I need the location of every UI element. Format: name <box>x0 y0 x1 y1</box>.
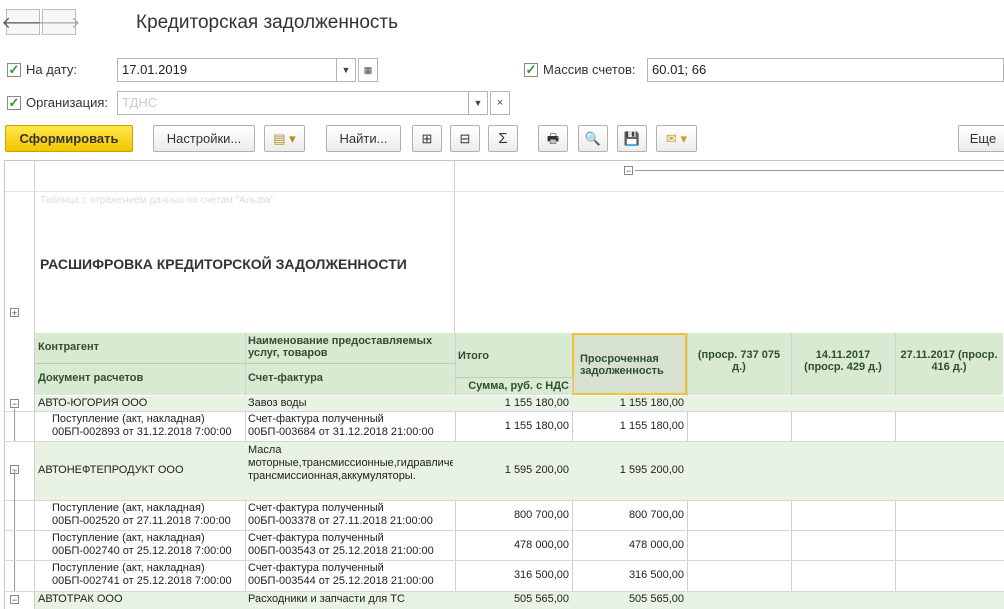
row-overdue: 505 565,00 <box>628 593 684 605</box>
arrow-right-icon: 🡒 <box>37 14 81 32</box>
row-doc: Поступление (акт, накладная) 00БП-002893 … <box>52 413 232 438</box>
row-total: 505 565,00 <box>513 593 569 605</box>
variants-button[interactable]: ▤ ▾ <box>264 125 305 152</box>
row-counterparty: АВТОНЕФТЕПРОДУКТ ООО <box>38 464 184 476</box>
date-label: На дату: <box>26 62 77 77</box>
row-invoice: Счет-фактура полученный 00БП-003544 от 25… <box>248 562 434 587</box>
row-total: 478 000,00 <box>513 539 569 551</box>
report-subtitle: Таблица с отражением данных по счетам "А… <box>40 195 275 206</box>
col-service: Наименование предоставляемых услуг, това… <box>245 333 455 363</box>
row-overdue: 316 500,00 <box>628 569 684 581</box>
row-total: 1 155 180,00 <box>504 420 569 432</box>
row-counterparty: АВТО-ЮГОРИЯ ООО <box>38 397 148 409</box>
row-service: Масла моторные,трансмиссионные,гидравлич… <box>248 444 453 482</box>
forward-button[interactable]: 🡒 <box>38 9 80 35</box>
org-dropdown-button[interactable]: ▼ <box>468 91 488 115</box>
printer-icon: 🖶 <box>546 131 560 146</box>
calendar-icon: ▦ <box>363 65 373 75</box>
row-invoice: Счет-фактура полученный 00БП-003684 от 31… <box>248 413 434 438</box>
generate-button[interactable]: Сформировать <box>5 125 133 152</box>
row-total: 1 155 180,00 <box>504 397 569 409</box>
report-spreadsheet[interactable]: − Таблица с отражением данных по счетам … <box>4 160 1004 609</box>
row-service: Расходники и запчасти для ТС <box>248 593 405 605</box>
col-period-3: 27.11.2017 (проср. 416 д.) <box>895 333 1003 395</box>
collapse-groups-button[interactable]: ⊟ <box>450 125 480 152</box>
close-icon: × <box>496 97 504 109</box>
collapse-column-group-icon[interactable]: − <box>624 166 633 176</box>
row-doc: Поступление (акт, накладная) 00БП-002520 … <box>52 502 231 527</box>
row-doc: Поступление (акт, накладная) 00БП-002741 … <box>52 562 232 587</box>
col-period-2: 14.11.2017 (проср. 429 д.) <box>791 333 895 395</box>
chevron-down-icon: ▼ <box>341 65 351 75</box>
col-overdue[interactable]: Просроченная задолженность <box>572 333 687 395</box>
date-field[interactable]: 17.01.2019 <box>117 58 337 82</box>
calendar-button[interactable]: ▦ <box>358 58 378 82</box>
org-clear-button[interactable]: × <box>490 91 510 115</box>
accounts-checkbox[interactable]: ✓ <box>524 63 538 77</box>
col-counterparty: Контрагент <box>35 333 245 363</box>
col-doc: Документ расчетов <box>35 363 245 395</box>
col-total: Итого <box>455 333 572 377</box>
back-button[interactable]: 🡐 <box>2 9 44 35</box>
report-variants-icon: ▤ ▾ <box>273 131 296 146</box>
row-total: 800 700,00 <box>513 509 569 521</box>
save-icon: 💾 <box>623 131 641 146</box>
row-invoice: Счет-фактура полученный 00БП-003543 от 25… <box>248 532 434 557</box>
row-total: 316 500,00 <box>513 569 569 581</box>
chevron-down-icon: ▼ <box>473 98 483 108</box>
settings-button[interactable]: Настройки... <box>153 125 255 152</box>
org-field[interactable]: ТДНС <box>117 91 469 115</box>
row-doc: Поступление (акт, накладная) 00БП-002740 … <box>52 532 232 557</box>
org-checkbox[interactable]: ✓ <box>7 96 21 110</box>
preview-button[interactable]: 🔍 <box>578 125 608 152</box>
envelope-icon: ✉ ▾ <box>665 131 688 146</box>
grid-icon: ⊞ <box>421 131 433 146</box>
collapse-group-icon[interactable]: − <box>10 399 19 409</box>
save-button[interactable]: 💾 <box>617 125 647 152</box>
row-overdue: 478 000,00 <box>628 539 684 551</box>
report-title: РАСШИФРОВКА КРЕДИТОРСКОЙ ЗАДОЛЖЕННОСТИ <box>40 256 407 272</box>
more-button[interactable]: Еще <box>958 125 1004 152</box>
expand-groups-button[interactable]: ⊞ <box>412 125 442 152</box>
accounts-label: Массив счетов: <box>543 62 636 77</box>
row-overdue: 800 700,00 <box>628 509 684 521</box>
col-sum: Сумма, руб. с НДС <box>455 377 572 395</box>
expand-row-group-icon[interactable]: + <box>10 308 19 318</box>
row-invoice: Счет-фактура полученный 00БП-003378 от 27… <box>248 502 433 527</box>
sum-button[interactable]: Σ <box>488 125 518 152</box>
row-overdue: 1 595 200,00 <box>619 464 684 476</box>
grid-plus-icon: ⊟ <box>459 131 471 146</box>
col-invoice: Счет-фактура <box>245 363 455 395</box>
date-dropdown-button[interactable]: ▼ <box>336 58 356 82</box>
org-label: Организация: <box>26 95 109 110</box>
print-button[interactable]: 🖶 <box>538 125 568 152</box>
collapse-group-icon[interactable]: − <box>10 595 19 605</box>
row-overdue: 1 155 180,00 <box>619 420 684 432</box>
row-overdue: 1 155 180,00 <box>619 397 684 409</box>
accounts-field[interactable]: 60.01; 66 <box>647 58 1004 82</box>
row-total: 1 595 200,00 <box>504 464 569 476</box>
row-counterparty: АВТОТРАК ООО <box>38 593 123 605</box>
preview-icon: 🔍 <box>584 131 602 146</box>
row-service: Завоз воды <box>248 397 307 409</box>
send-button[interactable]: ✉ ▾ <box>656 125 697 152</box>
page-title: Кредиторская задолженность <box>136 12 399 33</box>
date-checkbox[interactable]: ✓ <box>7 63 21 77</box>
find-button[interactable]: Найти... <box>326 125 401 152</box>
col-period-1: (проср. 737 075 д.) <box>687 333 791 395</box>
